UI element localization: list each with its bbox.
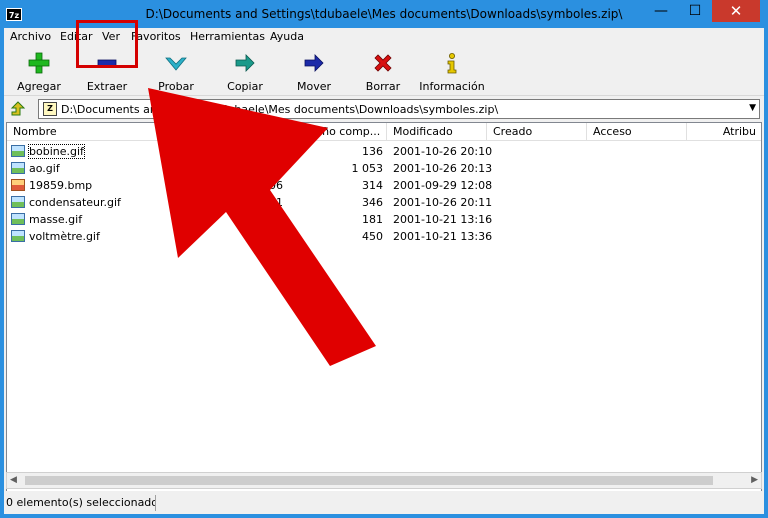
add-button-label: Agregar (17, 80, 61, 93)
add-button[interactable]: Agregar (4, 50, 74, 94)
app-window: 7z D:\Documents and Settings\tdubaele\Me… (0, 0, 768, 518)
file-size: 1 051 (251, 196, 284, 209)
column-attributes[interactable]: Atribu (687, 123, 761, 141)
horizontal-scrollbar[interactable]: ◀ ▶ (6, 472, 762, 489)
column-accessed[interactable]: Acceso (587, 123, 687, 141)
file-packed-size: 450 (362, 230, 383, 243)
extract-highlight-box (76, 20, 138, 68)
copy-button-label: Copiar (227, 80, 263, 93)
maximize-button[interactable]: ☐ (680, 0, 710, 22)
image-file-icon (11, 213, 25, 225)
table-row[interactable]: bobine.gif 995 136 2001-10-26 20:10 (7, 143, 761, 160)
move-arrow-icon (304, 54, 324, 72)
menu-archivo[interactable]: Archivo (10, 30, 51, 43)
image-file-icon (11, 196, 25, 208)
client-area: Archivo Editar Ver Favoritos Herramienta… (4, 28, 764, 514)
info-icon (447, 53, 457, 74)
file-name: masse.gif (29, 213, 83, 226)
file-name: 19859.bmp (29, 179, 93, 192)
close-button[interactable]: ✕ (712, 0, 760, 22)
image-file-icon (11, 145, 25, 157)
test-button[interactable]: Probar (141, 50, 211, 94)
column-modified[interactable]: Modificado (387, 123, 487, 141)
column-name[interactable]: Nombre (7, 123, 187, 141)
file-packed-size: 346 (362, 196, 383, 209)
test-button-label: Probar (158, 80, 194, 93)
file-packed-size: 314 (362, 179, 383, 192)
scroll-thumb[interactable] (25, 476, 713, 485)
delete-button[interactable]: Borrar (348, 50, 418, 94)
delete-button-label: Borrar (365, 80, 401, 93)
bitmap-file-icon (11, 179, 25, 191)
image-file-icon (11, 162, 25, 174)
file-name: bobine.gif (28, 144, 85, 159)
info-button-label: Información (419, 80, 485, 93)
file-modified: 2001-10-26 20:10 (393, 145, 493, 158)
menu-herramientas[interactable]: Herramientas (190, 30, 265, 43)
minimize-button[interactable]: — (646, 0, 676, 22)
file-packed-size: 181 (362, 213, 383, 226)
image-file-icon (11, 230, 25, 242)
copy-button[interactable]: Copiar (210, 50, 280, 94)
table-row[interactable]: condensateur.gif 1 051 346 2001-10-26 20… (7, 194, 761, 211)
extract-button-label: Extraer (86, 80, 128, 93)
menu-ayuda[interactable]: Ayuda (270, 30, 304, 43)
file-packed-size: 136 (362, 145, 383, 158)
column-packed-size[interactable]: Tamaño comp... (287, 123, 387, 141)
plus-icon (28, 52, 50, 74)
folder-up-icon[interactable] (10, 101, 26, 117)
info-button[interactable]: Información (415, 50, 489, 94)
file-name: condensateur.gif (29, 196, 121, 209)
file-size: 995 (262, 145, 283, 158)
chevron-down-icon[interactable]: ▼ (749, 103, 756, 113)
file-modified: 2001-09-29 12:08 (393, 179, 493, 192)
file-modified: 2001-10-21 13:36 (393, 230, 493, 243)
check-icon (165, 57, 187, 71)
file-size: 926 (262, 213, 283, 226)
delete-x-icon (374, 54, 392, 72)
table-row[interactable]: voltmètre.gif 965 450 2001-10-21 13:36 (7, 228, 761, 245)
move-button[interactable]: Mover (279, 50, 349, 94)
file-size: 1 053 (251, 162, 284, 175)
move-button-label: Mover (296, 80, 332, 93)
file-modified: 2001-10-21 13:16 (393, 213, 493, 226)
file-modified: 2001-10-26 20:11 (393, 196, 493, 209)
file-list[interactable]: Nombre Tamaño Tamaño comp... Modificado … (6, 122, 762, 494)
selection-status: 0 elemento(s) seleccionado(s (6, 495, 156, 511)
file-name: voltmètre.gif (29, 230, 100, 243)
menu-favoritos[interactable]: Favoritos (131, 30, 181, 43)
copy-arrow-icon (235, 54, 255, 72)
file-size: 406 (262, 179, 283, 192)
file-name: ao.gif (29, 162, 60, 175)
file-packed-size: 1 053 (351, 162, 384, 175)
scroll-left-icon[interactable]: ◀ (10, 475, 17, 485)
table-row[interactable]: masse.gif 926 181 2001-10-21 13:16 (7, 211, 761, 228)
table-row[interactable]: ao.gif 1 053 1 053 2001-10-26 20:13 (7, 160, 761, 177)
table-row[interactable]: 19859.bmp 406 314 2001-09-29 12:08 (7, 177, 761, 194)
path-text: D:\Documents and Settings\tdubaele\Mes d… (61, 103, 499, 116)
path-combobox[interactable]: Z D:\Documents and Settings\tdubaele\Mes… (38, 99, 760, 119)
archive-icon: Z (43, 102, 57, 116)
scroll-right-icon[interactable]: ▶ (751, 475, 758, 485)
status-bar: 0 elemento(s) seleccionado(s (4, 491, 764, 514)
file-size: 965 (262, 230, 283, 243)
column-size[interactable]: Tamaño (187, 123, 287, 141)
column-created[interactable]: Creado (487, 123, 587, 141)
file-modified: 2001-10-26 20:13 (393, 162, 493, 175)
address-bar: Z D:\Documents and Settings\tdubaele\Mes… (4, 98, 764, 120)
